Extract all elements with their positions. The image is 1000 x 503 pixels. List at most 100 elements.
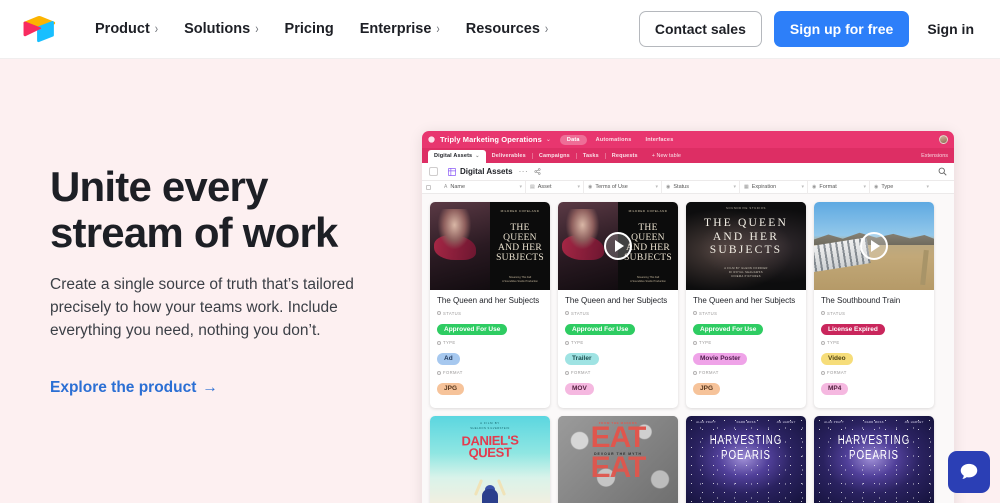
poster-credit: JIN HARVEY xyxy=(776,420,796,424)
nav-label: Enterprise xyxy=(359,21,432,37)
nav-item-product[interactable]: Product › xyxy=(82,15,171,43)
field-label: FORMAT xyxy=(443,370,463,376)
gallery-card[interactable]: The Southbound Train STATUS License Expi… xyxy=(814,202,934,408)
sign-up-button[interactable]: Sign up for free xyxy=(773,11,910,47)
card-thumbnail: FROM THE MAKERS EAT DEVOUR THE MYTH EAT xyxy=(558,415,678,503)
gallery-card[interactable]: SOUNDDIVE STUDIOS THE QUEEN AND HER SUBJ… xyxy=(686,202,806,408)
contact-sales-button[interactable]: Contact sales xyxy=(638,11,762,47)
sign-in-link[interactable]: Sign in xyxy=(921,17,980,41)
table-column-headers: A Name ▾ ▤ Asset ▾ ◉ Terms of Use ▾ ◉ St… xyxy=(422,180,954,194)
poster-title: THE QUEEN AND HER SUBJECTS xyxy=(493,223,547,264)
chevron-down-icon: ▾ xyxy=(655,184,658,190)
field-label-row: FORMAT xyxy=(693,370,799,375)
poster-footer: Streaming This Fall A Sounddive Studio Pr… xyxy=(630,275,666,283)
gallery-card[interactable]: A FILM BY SHELDON SILVERSTEIN DANIEL'S Q… xyxy=(430,415,550,503)
share-icon[interactable] xyxy=(534,168,541,175)
field-label-row: FORMAT xyxy=(821,370,927,375)
nav-item-pricing[interactable]: Pricing xyxy=(272,15,347,43)
poster-credits: ALAN PRATT DARR MOSS JIN HARVEY xyxy=(814,416,934,424)
tab-deliverables[interactable]: Deliverables xyxy=(486,150,532,163)
column-header-format[interactable]: ◉ Format ▾ xyxy=(808,180,870,194)
format-badge: MP4 xyxy=(821,383,849,395)
chevron-right-icon: › xyxy=(255,21,259,37)
column-header-expiration[interactable]: ▦ Expiration ▾ xyxy=(740,180,808,194)
tab-tasks[interactable]: Tasks xyxy=(577,150,605,163)
play-button-icon[interactable] xyxy=(604,232,632,260)
search-icon[interactable] xyxy=(938,167,947,176)
current-view-name[interactable]: Digital Assets xyxy=(460,167,513,176)
explore-product-link[interactable]: Explore the product → xyxy=(50,379,218,397)
single-select-icon xyxy=(693,311,697,316)
column-header-status[interactable]: ◉ Status ▾ xyxy=(662,180,740,194)
nav-item-enterprise[interactable]: Enterprise › xyxy=(347,15,453,43)
chat-bubble-icon xyxy=(960,463,978,479)
chevron-down-icon[interactable]: ⌄ xyxy=(546,136,551,143)
tab-digital-assets[interactable]: Digital Assets ⌄ xyxy=(428,150,486,163)
column-header-terms-of-use[interactable]: ◉ Terms of Use ▾ xyxy=(584,180,662,194)
sidebar-toggle-icon[interactable] xyxy=(429,167,438,176)
poster-artwork: MILDRED COPELAND THE QUEEN AND HER SUBJE… xyxy=(430,202,550,290)
field-label: STATUS xyxy=(699,310,718,316)
tab-requests[interactable]: Requests xyxy=(606,150,644,163)
poster-credit: DARR MOSS xyxy=(736,420,756,424)
tab-campaigns[interactable]: Campaigns xyxy=(533,150,576,163)
poster-artwork: ALAN PRATT DARR MOSS JIN HARVEY HARVESTI… xyxy=(686,415,806,503)
column-label: Name xyxy=(450,184,466,190)
single-select-icon: ◉ xyxy=(812,184,817,190)
poster-title: EAT xyxy=(590,420,647,454)
gallery-card[interactable]: MILDRED COPELAND THE QUEEN AND HER SUBJE… xyxy=(558,202,678,408)
poster-credit: DARR MOSS xyxy=(864,420,884,424)
type-badge: Movie Poster xyxy=(693,353,748,366)
nav-item-resources[interactable]: Resources › xyxy=(453,15,562,43)
gallery-card[interactable]: ALAN PRATT DARR MOSS JIN HARVEY HARVESTI… xyxy=(814,415,934,503)
type-badge: Trailer xyxy=(565,353,599,366)
column-header-name[interactable]: A Name ▾ xyxy=(440,180,526,194)
single-select-icon xyxy=(693,340,697,345)
workspace-name[interactable]: Triply Marketing Operations xyxy=(440,135,542,144)
select-all-checkbox[interactable] xyxy=(426,184,440,190)
top-navigation-bar: Product › Solutions › Pricing Enterprise… xyxy=(0,0,1000,59)
airtable-logo-icon[interactable] xyxy=(22,13,62,45)
app-view-toolbar: Digital Assets ··· xyxy=(422,163,954,181)
nav-label: Product xyxy=(95,21,150,37)
body-shape xyxy=(482,488,498,503)
extensions-button[interactable]: Extensions xyxy=(921,153,948,163)
poster-title-line: SUBJECTS xyxy=(709,244,783,257)
card-thumbnail: MILDRED COPELAND THE QUEEN AND HER SUBJE… xyxy=(430,202,550,290)
single-select-icon xyxy=(565,340,569,345)
column-header-type[interactable]: ◉ Type ▾ xyxy=(870,181,932,194)
chevron-down-icon: ⌄ xyxy=(475,153,480,159)
field-label-row: TYPE xyxy=(565,340,671,345)
column-header-asset[interactable]: ▤ Asset ▾ xyxy=(526,180,584,194)
field-label: STATUS xyxy=(827,310,846,316)
nav-actions: Contact sales Sign up for free Sign in xyxy=(638,11,980,47)
play-button-icon[interactable] xyxy=(860,232,888,260)
poster-credit: A FILM BY xyxy=(480,420,500,425)
chat-widget-button[interactable] xyxy=(948,451,990,493)
app-mode-automations[interactable]: Automations xyxy=(591,135,637,145)
single-select-icon: ◉ xyxy=(588,184,593,190)
hero-title-line-1: Unite every xyxy=(50,163,268,210)
single-select-icon xyxy=(565,311,569,316)
poster-credits: ALAN PRATT DARR MOSS JIN HARVEY xyxy=(686,416,806,424)
gallery-card[interactable]: MILDRED COPELAND THE QUEEN AND HER SUBJE… xyxy=(430,202,550,408)
poster-title-line: HARVESTING xyxy=(709,432,783,447)
field-label-row: FORMAT xyxy=(565,370,671,375)
gallery-grid: MILDRED COPELAND THE QUEEN AND HER SUBJE… xyxy=(422,194,954,503)
app-mode-interfaces[interactable]: Interfaces xyxy=(640,135,678,145)
gallery-card[interactable]: ALAN PRATT DARR MOSS JIN HARVEY HARVESTI… xyxy=(686,415,806,503)
poster-credit: ALAN PRATT xyxy=(696,420,717,424)
column-label: Terms of Use xyxy=(595,184,628,190)
gallery-card[interactable]: FROM THE MAKERS EAT DEVOUR THE MYTH EAT … xyxy=(558,415,678,503)
poster-title: DANIEL'S QUEST xyxy=(430,432,550,461)
field-label: TYPE xyxy=(827,340,840,346)
view-options-icon[interactable]: ··· xyxy=(519,167,529,176)
nav-label: Solutions xyxy=(184,21,251,37)
column-label: Format xyxy=(819,184,837,190)
nav-item-solutions[interactable]: Solutions › xyxy=(171,15,271,43)
new-table-button[interactable]: + New table xyxy=(644,150,687,163)
app-mode-data[interactable]: Data xyxy=(559,134,587,145)
tab-label: Digital Assets xyxy=(434,153,473,159)
avatar[interactable] xyxy=(939,135,948,144)
single-select-icon xyxy=(437,340,441,345)
